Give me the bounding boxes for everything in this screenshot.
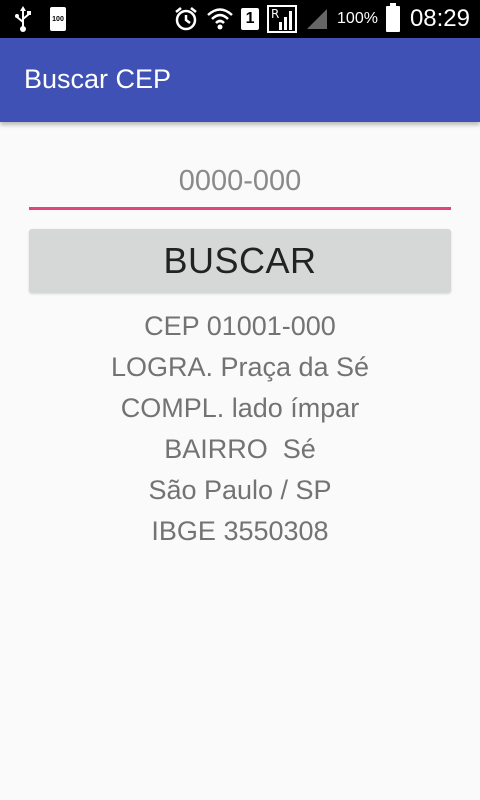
result-bairro: BAIRRO Sé bbox=[164, 434, 316, 464]
app-bar: Buscar CEP bbox=[0, 38, 480, 122]
search-button[interactable]: BUSCAR bbox=[29, 229, 451, 293]
wifi-icon bbox=[207, 7, 233, 31]
sim-icon: 1 bbox=[241, 8, 260, 30]
result-cidade-uf: São Paulo / SP bbox=[148, 475, 332, 505]
signal-icon bbox=[305, 7, 329, 31]
status-bar: 100 1 R 100% 08:29 bbox=[0, 0, 480, 38]
result-logradouro: LOGRA. Praça da Sé bbox=[110, 352, 370, 382]
cep-input[interactable] bbox=[29, 162, 451, 210]
result-cep: CEP 01001-000 bbox=[144, 311, 336, 341]
battery-percent: 100% bbox=[337, 10, 378, 27]
result-complemento: COMPL. lado ímpar bbox=[120, 393, 360, 423]
clock: 08:29 bbox=[409, 5, 470, 32]
app-title: Buscar CEP bbox=[24, 64, 172, 94]
battery-icon: 100 bbox=[50, 7, 66, 31]
usb-icon bbox=[14, 6, 32, 32]
svg-text:R: R bbox=[271, 7, 279, 21]
roaming-signal-icon: R bbox=[267, 5, 298, 33]
result-panel: CEP 01001-000 LOGRA. Praça da Sé COMPL. … bbox=[0, 306, 480, 552]
result-ibge: IBGE 3550308 bbox=[151, 516, 329, 546]
battery-icon bbox=[385, 3, 400, 32]
alarm-icon bbox=[173, 6, 199, 32]
